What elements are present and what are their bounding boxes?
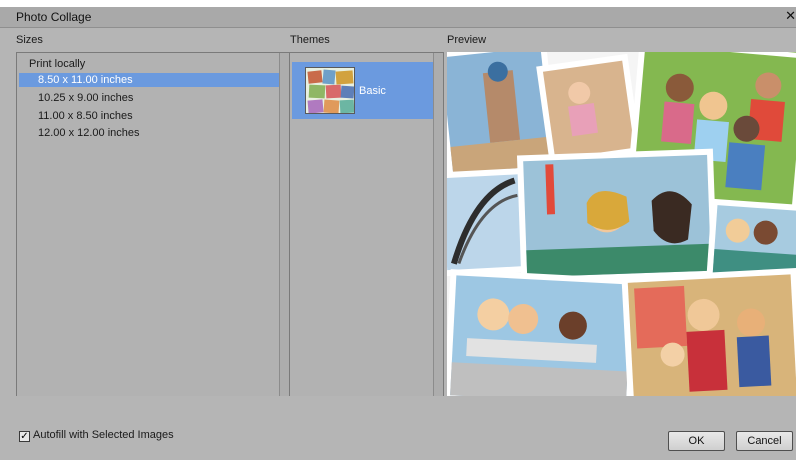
size-option-label: 8.50 x 11.00 inches	[38, 74, 133, 86]
autofill-label[interactable]: Autofill with Selected Images	[33, 429, 174, 441]
collage-thumbnail-image	[306, 68, 354, 113]
size-option-label: 11.00 x 8.50 inches	[38, 110, 133, 122]
theme-thumbnail	[305, 67, 355, 114]
size-option[interactable]: 11.00 x 8.50 inches	[19, 109, 281, 123]
ok-button[interactable]: OK	[668, 431, 725, 451]
size-option[interactable]: 12.00 x 12.00 inches	[19, 126, 281, 140]
collage-preview-image	[447, 52, 796, 403]
sizes-list[interactable]: Print locally 8.50 x 11.00 inches 10.25 …	[16, 52, 290, 403]
size-option-label: 10.25 x 9.00 inches	[38, 92, 134, 104]
themes-label: Themes	[290, 34, 330, 46]
theme-basic[interactable]: Basic	[292, 62, 441, 119]
title-bar: Photo Collage ✕	[0, 7, 796, 28]
sizes-scrollbar[interactable]	[279, 53, 289, 402]
sizes-tree-root[interactable]: Print locally	[29, 58, 85, 70]
dialog-title: Photo Collage	[16, 10, 92, 24]
size-option[interactable]: 8.50 x 11.00 inches	[19, 73, 281, 87]
sizes-label: Sizes	[16, 34, 43, 46]
cancel-button[interactable]: Cancel	[736, 431, 793, 451]
themes-scrollbar[interactable]	[433, 53, 443, 402]
preview-label: Preview	[447, 34, 487, 46]
collage-preview	[447, 52, 796, 403]
autofill-checkbox[interactable]: ✓	[19, 431, 30, 442]
size-option-label: 12.00 x 12.00 inches	[38, 127, 140, 139]
close-icon[interactable]: ✕	[785, 8, 796, 24]
themes-list[interactable]: Basic	[289, 52, 444, 403]
theme-label: Basic	[359, 85, 386, 97]
size-option[interactable]: 10.25 x 9.00 inches	[19, 91, 281, 105]
